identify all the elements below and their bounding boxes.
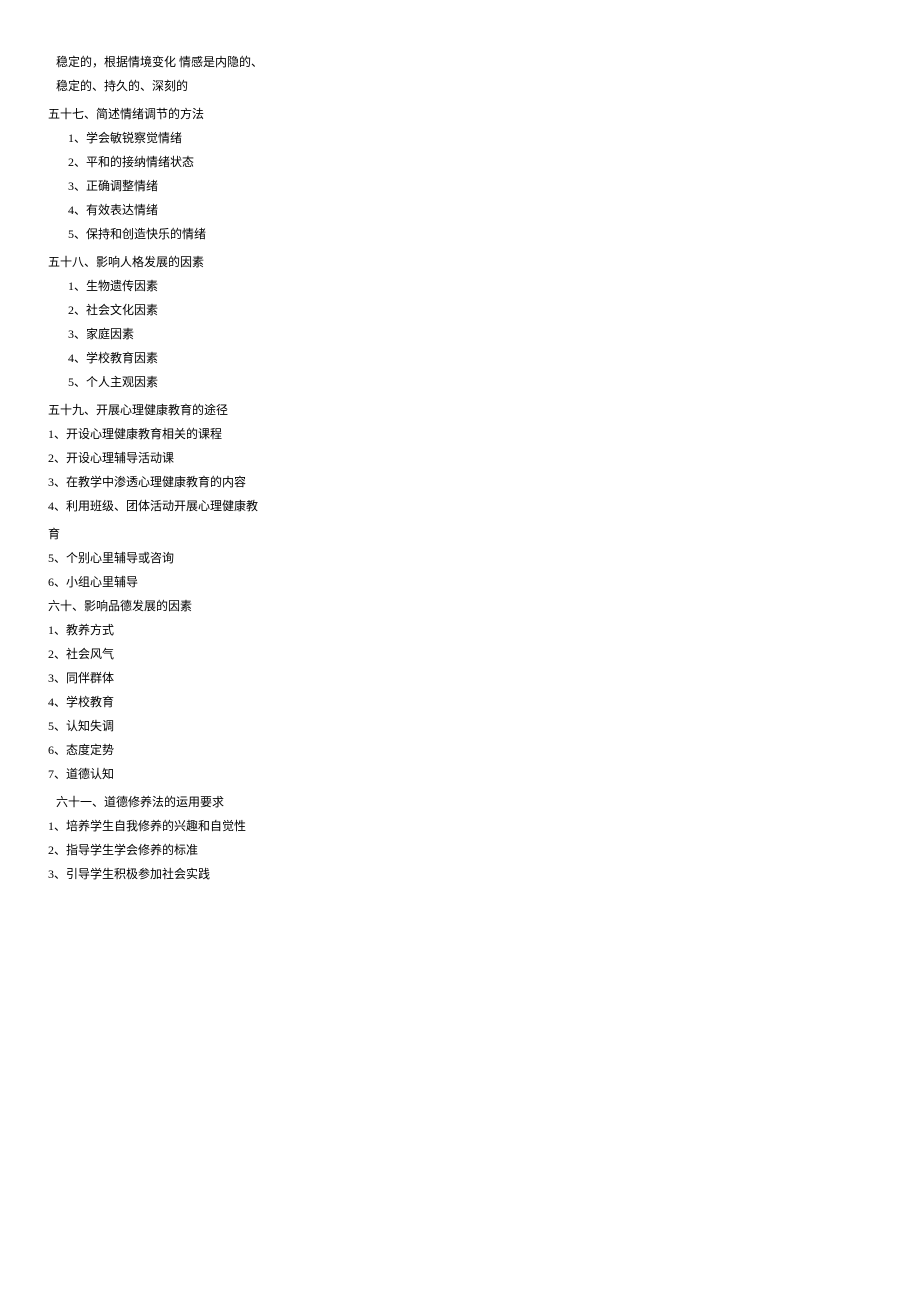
list-item: 6、小组心里辅导 bbox=[48, 576, 872, 588]
list-item: 1、教养方式 bbox=[48, 624, 872, 636]
list-item: 1、开设心理健康教育相关的课程 bbox=[48, 428, 872, 440]
list-item: 4、有效表达情绪 bbox=[48, 204, 872, 216]
list-item: 2、社会风气 bbox=[48, 648, 872, 660]
list-item: 3、家庭因素 bbox=[48, 328, 872, 340]
list-item: 1、生物遗传因素 bbox=[48, 280, 872, 292]
list-item: 1、学会敏锐察觉情绪 bbox=[48, 132, 872, 144]
list-item: 2、社会文化因素 bbox=[48, 304, 872, 316]
list-item: 2、开设心理辅导活动课 bbox=[48, 452, 872, 464]
list-item: 5、认知失调 bbox=[48, 720, 872, 732]
list-item: 2、平和的接纳情绪状态 bbox=[48, 156, 872, 168]
list-item: 2、指导学生学会修养的标准 bbox=[48, 844, 872, 856]
section-title: 六十一、道德修养法的运用要求 bbox=[48, 796, 872, 808]
section-title: 五十九、开展心理健康教育的途径 bbox=[48, 404, 872, 416]
list-item: 3、引导学生积极参加社会实践 bbox=[48, 868, 872, 880]
list-item: 6、态度定势 bbox=[48, 744, 872, 756]
list-item: 5、个别心里辅导或咨询 bbox=[48, 552, 872, 564]
section-title: 五十八、影响人格发展的因素 bbox=[48, 256, 872, 268]
section-title: 五十七、简述情绪调节的方法 bbox=[48, 108, 872, 120]
list-item: 7、道德认知 bbox=[48, 768, 872, 780]
list-item: 5、个人主观因素 bbox=[48, 376, 872, 388]
list-item: 3、在教学中渗透心理健康教育的内容 bbox=[48, 476, 872, 488]
list-item: 3、正确调整情绪 bbox=[48, 180, 872, 192]
section-title: 六十、影响品德发展的因素 bbox=[48, 600, 872, 612]
list-item: 育 bbox=[48, 528, 872, 540]
list-item: 3、同伴群体 bbox=[48, 672, 872, 684]
list-item: 4、学校教育因素 bbox=[48, 352, 872, 364]
intro-line: 稳定的，根据情境变化 情感是内隐的、 bbox=[48, 56, 872, 68]
list-item: 1、培养学生自我修养的兴趣和自觉性 bbox=[48, 820, 872, 832]
list-item: 5、保持和创造快乐的情绪 bbox=[48, 228, 872, 240]
list-item: 4、学校教育 bbox=[48, 696, 872, 708]
intro-line: 稳定的、持久的、深刻的 bbox=[48, 80, 872, 92]
list-item: 4、利用班级、团体活动开展心理健康教 bbox=[48, 500, 872, 512]
